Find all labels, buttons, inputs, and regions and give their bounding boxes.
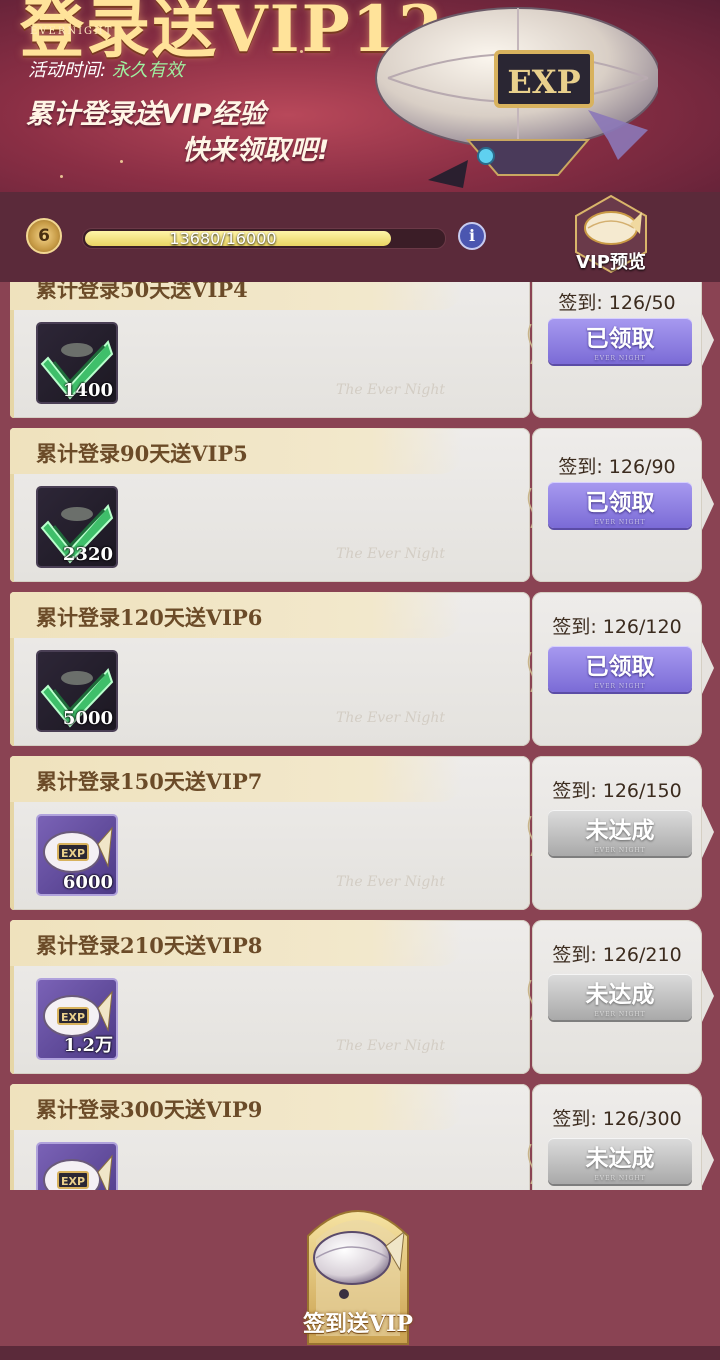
event-time-value: 永久有效 bbox=[111, 60, 184, 81]
reward-claim-panel: 签到: 126/150 未达成 EVER NIGHT bbox=[532, 756, 714, 910]
claim-button-subtext: EVER NIGHT bbox=[594, 1175, 646, 1182]
claim-button-label: 已领取 bbox=[585, 325, 655, 352]
card-watermark: The Ever Night bbox=[336, 1038, 445, 1054]
reward-row: 累计登录300天送VIP9 EXP The Ever Night 签到: 126… bbox=[10, 1084, 720, 1190]
reward-row: 累计登录210天送VIP8 EXP 1.2万 The Ever Night 签到… bbox=[10, 920, 720, 1074]
reward-title: 累计登录210天送VIP8 bbox=[36, 933, 263, 958]
checkin-progress: 签到: 126/50 bbox=[558, 292, 676, 314]
reward-item-count: 2320 bbox=[62, 544, 113, 565]
card-watermark: The Ever Night bbox=[336, 710, 445, 726]
checkin-progress: 签到: 126/300 bbox=[552, 1108, 682, 1130]
claim-button-label: 未达成 bbox=[585, 981, 655, 1008]
exp-airship-illustration: EXP bbox=[375, 7, 658, 188]
reward-card: 累计登录50天送VIP4 1400 The Ever Night bbox=[10, 282, 530, 418]
reward-title: 累计登录150天送VIP7 bbox=[36, 769, 263, 794]
reward-item[interactable]: EXP 6000 bbox=[36, 814, 118, 896]
svg-text:EXP: EXP bbox=[61, 1175, 85, 1188]
claim-button-subtext: EVER NIGHT bbox=[594, 1011, 646, 1018]
reward-card: 累计登录210天送VIP8 EXP 1.2万 The Ever Night bbox=[10, 920, 530, 1074]
reward-claim-panel: 签到: 126/50 已领取 EVER NIGHT bbox=[532, 282, 714, 418]
slogan-line-1: 累计登录送VIP经验 bbox=[26, 99, 266, 130]
slogan-line-2: 快来领取吧! bbox=[182, 135, 330, 166]
reward-item[interactable]: 5000 bbox=[36, 650, 118, 732]
reward-row: 累计登录50天送VIP4 1400 The Ever Night 签到: 126… bbox=[10, 282, 720, 418]
reward-item-count: 5000 bbox=[62, 708, 113, 729]
reward-title: 累计登录120天送VIP6 bbox=[36, 605, 263, 630]
checkin-progress: 签到: 126/210 bbox=[552, 944, 682, 966]
locked-button[interactable]: 未达成 EVER NIGHT bbox=[548, 1138, 692, 1184]
checkin-progress: 签到: 126/120 bbox=[552, 616, 682, 638]
claimed-button[interactable]: 已领取 EVER NIGHT bbox=[548, 482, 692, 528]
locked-button[interactable]: 未达成 EVER NIGHT bbox=[548, 974, 692, 1020]
exp-airship-icon: EXP bbox=[43, 1154, 113, 1190]
reward-claim-panel: 签到: 126/120 已领取 EVER NIGHT bbox=[532, 592, 714, 746]
reward-card: 累计登录150天送VIP7 EXP 6000 The Ever Night bbox=[10, 756, 530, 910]
svg-text:EXP: EXP bbox=[61, 847, 85, 860]
reward-title: 累计登录300天送VIP9 bbox=[36, 1097, 263, 1122]
claim-button-subtext: EVER NIGHT bbox=[594, 519, 646, 526]
claim-button-label: 未达成 bbox=[585, 1145, 655, 1172]
exp-sign: EXP bbox=[507, 63, 580, 101]
locked-button[interactable]: 未达成 EVER NIGHT bbox=[548, 810, 692, 856]
vip-level-badge: 6 bbox=[26, 218, 62, 254]
reward-item[interactable]: 1400 bbox=[36, 322, 118, 404]
reward-list[interactable]: 累计登录50天送VIP4 1400 The Ever Night 签到: 126… bbox=[0, 282, 720, 1190]
claim-button-subtext: EVER NIGHT bbox=[594, 355, 646, 362]
claim-button-label: 已领取 bbox=[585, 653, 655, 680]
claimed-button[interactable]: 已领取 EVER NIGHT bbox=[548, 646, 692, 692]
brand-logo-text: EVERNIGHT bbox=[30, 26, 114, 37]
reward-claim-panel: 签到: 126/300 未达成 EVER NIGHT bbox=[532, 1084, 714, 1190]
reward-item[interactable]: 2320 bbox=[36, 486, 118, 568]
card-watermark: The Ever Night bbox=[336, 874, 445, 890]
reward-claim-panel: 签到: 126/90 已领取 EVER NIGHT bbox=[532, 428, 714, 582]
signin-vip-label[interactable]: 签到送VIP bbox=[300, 1306, 416, 1338]
reward-row: 累计登录150天送VIP7 EXP 6000 The Ever Night 签到… bbox=[10, 756, 720, 910]
reward-row: 累计登录120天送VIP6 5000 The Ever Night 签到: 12… bbox=[10, 592, 720, 746]
sparkle bbox=[60, 175, 63, 178]
claim-button-subtext: EVER NIGHT bbox=[594, 847, 646, 854]
reward-card: 累计登录300天送VIP9 EXP The Ever Night bbox=[10, 1084, 530, 1190]
reward-claim-panel: 签到: 126/210 未达成 EVER NIGHT bbox=[532, 920, 714, 1074]
event-time: 活动时间: 永久有效 bbox=[28, 56, 184, 82]
claim-button-label: 未达成 bbox=[585, 817, 655, 844]
reward-card: 累计登录120天送VIP6 5000 The Ever Night bbox=[10, 592, 530, 746]
reward-item-count: 1400 bbox=[62, 380, 113, 401]
reward-item-count: 6000 bbox=[62, 872, 113, 893]
vip-preview-label[interactable]: VIP预览 bbox=[568, 248, 654, 274]
claim-button-label: 已领取 bbox=[585, 489, 655, 516]
reward-title: 累计登录90天送VIP5 bbox=[36, 441, 248, 466]
card-watermark: The Ever Night bbox=[336, 546, 445, 562]
sparkle bbox=[120, 160, 123, 163]
claim-button-subtext: EVER NIGHT bbox=[594, 683, 646, 690]
svg-text:EXP: EXP bbox=[61, 1011, 85, 1024]
reward-title: 累计登录50天送VIP4 bbox=[36, 282, 248, 302]
checkin-progress: 签到: 126/150 bbox=[552, 780, 682, 802]
reward-card: 累计登录90天送VIP5 2320 The Ever Night bbox=[10, 428, 530, 582]
claimed-button[interactable]: 已领取 EVER NIGHT bbox=[548, 318, 692, 364]
reward-item[interactable]: EXP 1.2万 bbox=[36, 978, 118, 1060]
exp-progress-text: 13680/16000 bbox=[169, 229, 277, 248]
card-watermark: The Ever Night bbox=[336, 382, 445, 398]
checkin-progress: 签到: 126/90 bbox=[558, 456, 676, 478]
reward-item[interactable]: EXP bbox=[36, 1142, 118, 1190]
event-time-label: 活动时间: bbox=[28, 60, 107, 81]
reward-row: 累计登录90天送VIP5 2320 The Ever Night 签到: 126… bbox=[10, 428, 720, 582]
info-icon[interactable]: i bbox=[458, 222, 486, 250]
event-banner: 登录送VIP12 EVERNIGHT 活动时间: 永久有效 累计登录送VIP经验… bbox=[0, 0, 720, 192]
reward-item-count: 1.2万 bbox=[63, 1035, 113, 1056]
